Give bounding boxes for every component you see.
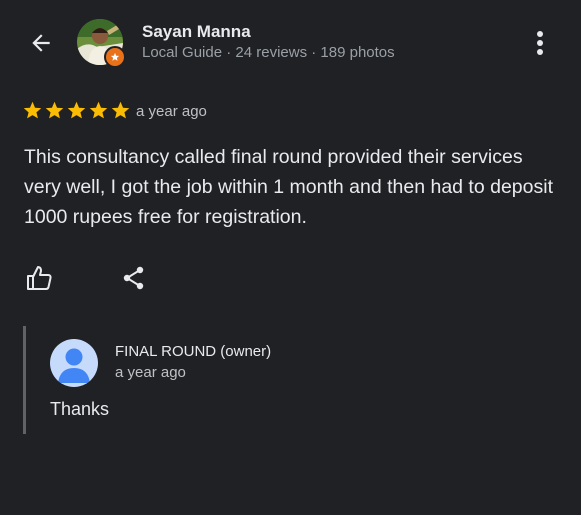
author-meta: Local Guide · 24 reviews · 189 photos (142, 44, 395, 61)
arrow-left-icon (32, 34, 50, 52)
thumbs-up-icon (27, 266, 52, 290)
share-button[interactable] (118, 262, 150, 294)
star-rating (22, 100, 131, 121)
author-avatar[interactable] (77, 19, 126, 68)
local-guide-star-icon (104, 46, 126, 68)
owner-reply-text: Thanks (50, 399, 110, 419)
share-icon (123, 266, 144, 290)
author-name[interactable]: Sayan Manna (142, 22, 251, 42)
more-vert-icon (537, 31, 543, 55)
review-text: This consultancy called final round prov… (24, 146, 553, 228)
star-icon (89, 101, 108, 119)
review-time: a year ago (136, 103, 207, 120)
reply-divider (23, 326, 26, 434)
star-icon (111, 101, 130, 119)
star-icon (23, 101, 42, 119)
owner-avatar (50, 339, 98, 387)
owner-name: FINAL ROUND (owner) (115, 343, 272, 360)
star-icon (67, 101, 86, 119)
more-options-button[interactable] (527, 26, 553, 60)
like-button[interactable] (22, 262, 56, 294)
default-avatar-icon (58, 348, 90, 383)
back-button[interactable] (24, 26, 58, 60)
star-icon (45, 101, 64, 119)
owner-response-time: a year ago (115, 364, 186, 381)
